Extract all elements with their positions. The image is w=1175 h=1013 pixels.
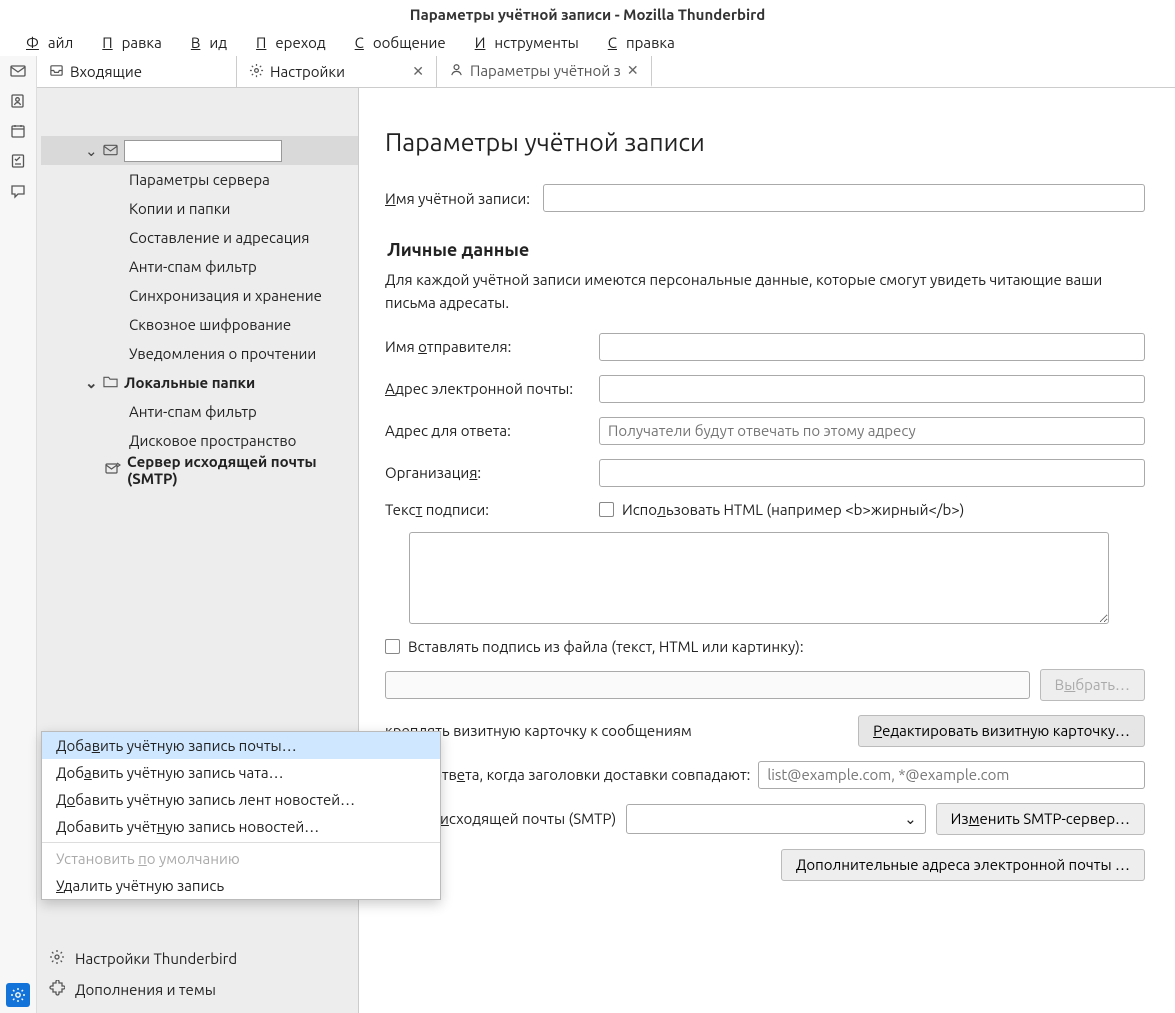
sig-file-checkbox[interactable] — [385, 639, 400, 654]
account-icon — [449, 62, 464, 80]
menu-file[interactable]: Файл — [8, 32, 82, 53]
tab-account-settings-label: Параметры учётной з — [470, 62, 621, 79]
close-icon[interactable]: ✕ — [627, 62, 639, 79]
tasks-space-icon[interactable] — [9, 152, 27, 170]
org-field[interactable] — [599, 459, 1145, 487]
edit-smtp-button[interactable]: Изменить SMTP-сервер… — [936, 803, 1145, 835]
tab-inbox[interactable]: Входящие — [37, 56, 237, 87]
reply-matches-field[interactable] — [758, 761, 1145, 789]
account-name-field[interactable] — [543, 184, 1145, 212]
sender-name-label: Имя отправителя: — [385, 338, 599, 355]
sig-html-label: Использовать HTML (например <b>жирный</b… — [622, 501, 964, 518]
personal-section-heading: Личные данные — [387, 240, 1145, 260]
menu-view[interactable]: Вид — [173, 32, 236, 53]
signature-textarea[interactable] — [409, 532, 1109, 624]
puzzle-icon — [49, 980, 65, 999]
browse-button: Выбрать… — [1040, 669, 1145, 701]
addressbook-space-icon[interactable] — [9, 92, 27, 110]
reply-to-field[interactable] — [599, 417, 1145, 445]
menu-add-news-account[interactable]: Добавить учётную запись новостей… — [42, 813, 440, 840]
email-label: Адрес электронной почты: — [385, 380, 599, 397]
close-icon[interactable]: ✕ — [412, 63, 424, 80]
tree-mdn[interactable]: Уведомления о прочтении — [41, 339, 358, 368]
page-title: Параметры учётной записи — [385, 128, 1145, 156]
settings-pane: Параметры учётной записи Имя учётной зап… — [359, 88, 1175, 1013]
sig-file-label: Вставлять подпись из файла (текст, HTML … — [408, 638, 804, 655]
chevron-down-icon[interactable]: ⌄ — [85, 142, 97, 160]
tree-local-junk[interactable]: Анти-спам фильтр — [41, 397, 358, 426]
tree-disk[interactable]: Дисковое пространство — [41, 426, 358, 455]
calendar-space-icon[interactable] — [9, 122, 27, 140]
menu-separator — [42, 842, 440, 843]
reply-to-label: Адрес для ответа: — [385, 422, 599, 439]
menu-tools[interactable]: Инструменты — [457, 32, 588, 53]
tree-smtp[interactable]: Сервер исходящей почты (SMTP) — [41, 455, 358, 484]
menu-set-default: Установить по умолчанию — [42, 845, 440, 872]
menu-edit[interactable]: Правка — [84, 32, 171, 53]
tree-composition[interactable]: Составление и адресация — [41, 223, 358, 252]
gear-icon — [249, 63, 264, 81]
inbox-icon — [49, 63, 64, 81]
mail-icon — [103, 142, 118, 159]
addons-link[interactable]: Дополнения и темы — [45, 974, 350, 1005]
menu-help[interactable]: Справка — [590, 32, 684, 53]
menu-message[interactable]: Сообщение — [337, 32, 455, 53]
tab-settings[interactable]: Настройки ✕ — [237, 56, 437, 87]
tabbar: Входящие Настройки ✕ Параметры учётной з… — [37, 56, 1175, 88]
thunderbird-settings-link[interactable]: Настройки Thunderbird — [45, 943, 350, 974]
tree-e2e[interactable]: Сквозное шифрование — [41, 310, 358, 339]
menubar: Файл Правка Вид Переход Сообщение Инстру… — [0, 28, 1175, 56]
spaces-toolbar — [0, 56, 37, 1013]
tree-local-folders[interactable]: ⌄ Локальные папки — [41, 368, 358, 397]
tree-account-row[interactable]: ⌄ — [41, 136, 358, 165]
account-name-input[interactable] — [124, 140, 282, 162]
tab-settings-label: Настройки — [270, 63, 345, 80]
menu-add-mail-account[interactable]: Добавить учётную запись почты… — [42, 732, 440, 759]
sender-name-field[interactable] — [599, 333, 1145, 361]
folder-icon — [103, 374, 118, 391]
account-actions-menu: Добавить учётную запись почты… Добавить … — [41, 731, 441, 900]
sig-text-label: Текст подписи: — [385, 501, 599, 518]
sig-html-checkbox[interactable] — [599, 502, 614, 517]
settings-space-icon[interactable] — [6, 983, 30, 1007]
chevron-down-icon[interactable]: ⌄ — [85, 374, 97, 392]
account-name-label: Имя учётной записи: — [385, 190, 543, 207]
outgoing-icon — [105, 461, 121, 478]
sig-file-path-field — [385, 671, 1030, 699]
tab-account-settings[interactable]: Параметры учётной з ✕ — [437, 56, 652, 87]
tab-inbox-label: Входящие — [70, 63, 142, 80]
personal-section-desc: Для каждой учётной записи имеются персон… — [385, 268, 1145, 315]
edit-vcard-button[interactable]: Редактировать визитную карточку… — [858, 715, 1145, 747]
smtp-select[interactable]: ⌄ — [626, 804, 925, 834]
org-label: Организация: — [385, 464, 599, 481]
additional-addresses-button[interactable]: Дополнительные адреса электронной почты … — [781, 849, 1145, 881]
chat-space-icon[interactable] — [9, 182, 27, 200]
window-title: Параметры учётной записи - Mozilla Thund… — [410, 6, 765, 23]
tree-sync[interactable]: Синхронизация и хранение — [41, 281, 358, 310]
mail-space-icon[interactable] — [9, 62, 27, 80]
menu-go[interactable]: Переход — [238, 32, 335, 53]
menu-add-chat-account[interactable]: Добавить учётную запись чата… — [42, 759, 440, 786]
menu-remove-account[interactable]: Удалить учётную запись — [42, 872, 440, 899]
chevron-down-icon: ⌄ — [904, 810, 917, 828]
email-field[interactable] — [599, 375, 1145, 403]
gear-icon — [49, 949, 65, 968]
menu-add-feed-account[interactable]: Добавить учётную запись лент новостей… — [42, 786, 440, 813]
tree-copies-folders[interactable]: Копии и папки — [41, 194, 358, 223]
tree-junk[interactable]: Анти-спам фильтр — [41, 252, 358, 281]
window-titlebar: Параметры учётной записи - Mozilla Thund… — [0, 0, 1175, 28]
tree-server-settings[interactable]: Параметры сервера — [41, 165, 358, 194]
